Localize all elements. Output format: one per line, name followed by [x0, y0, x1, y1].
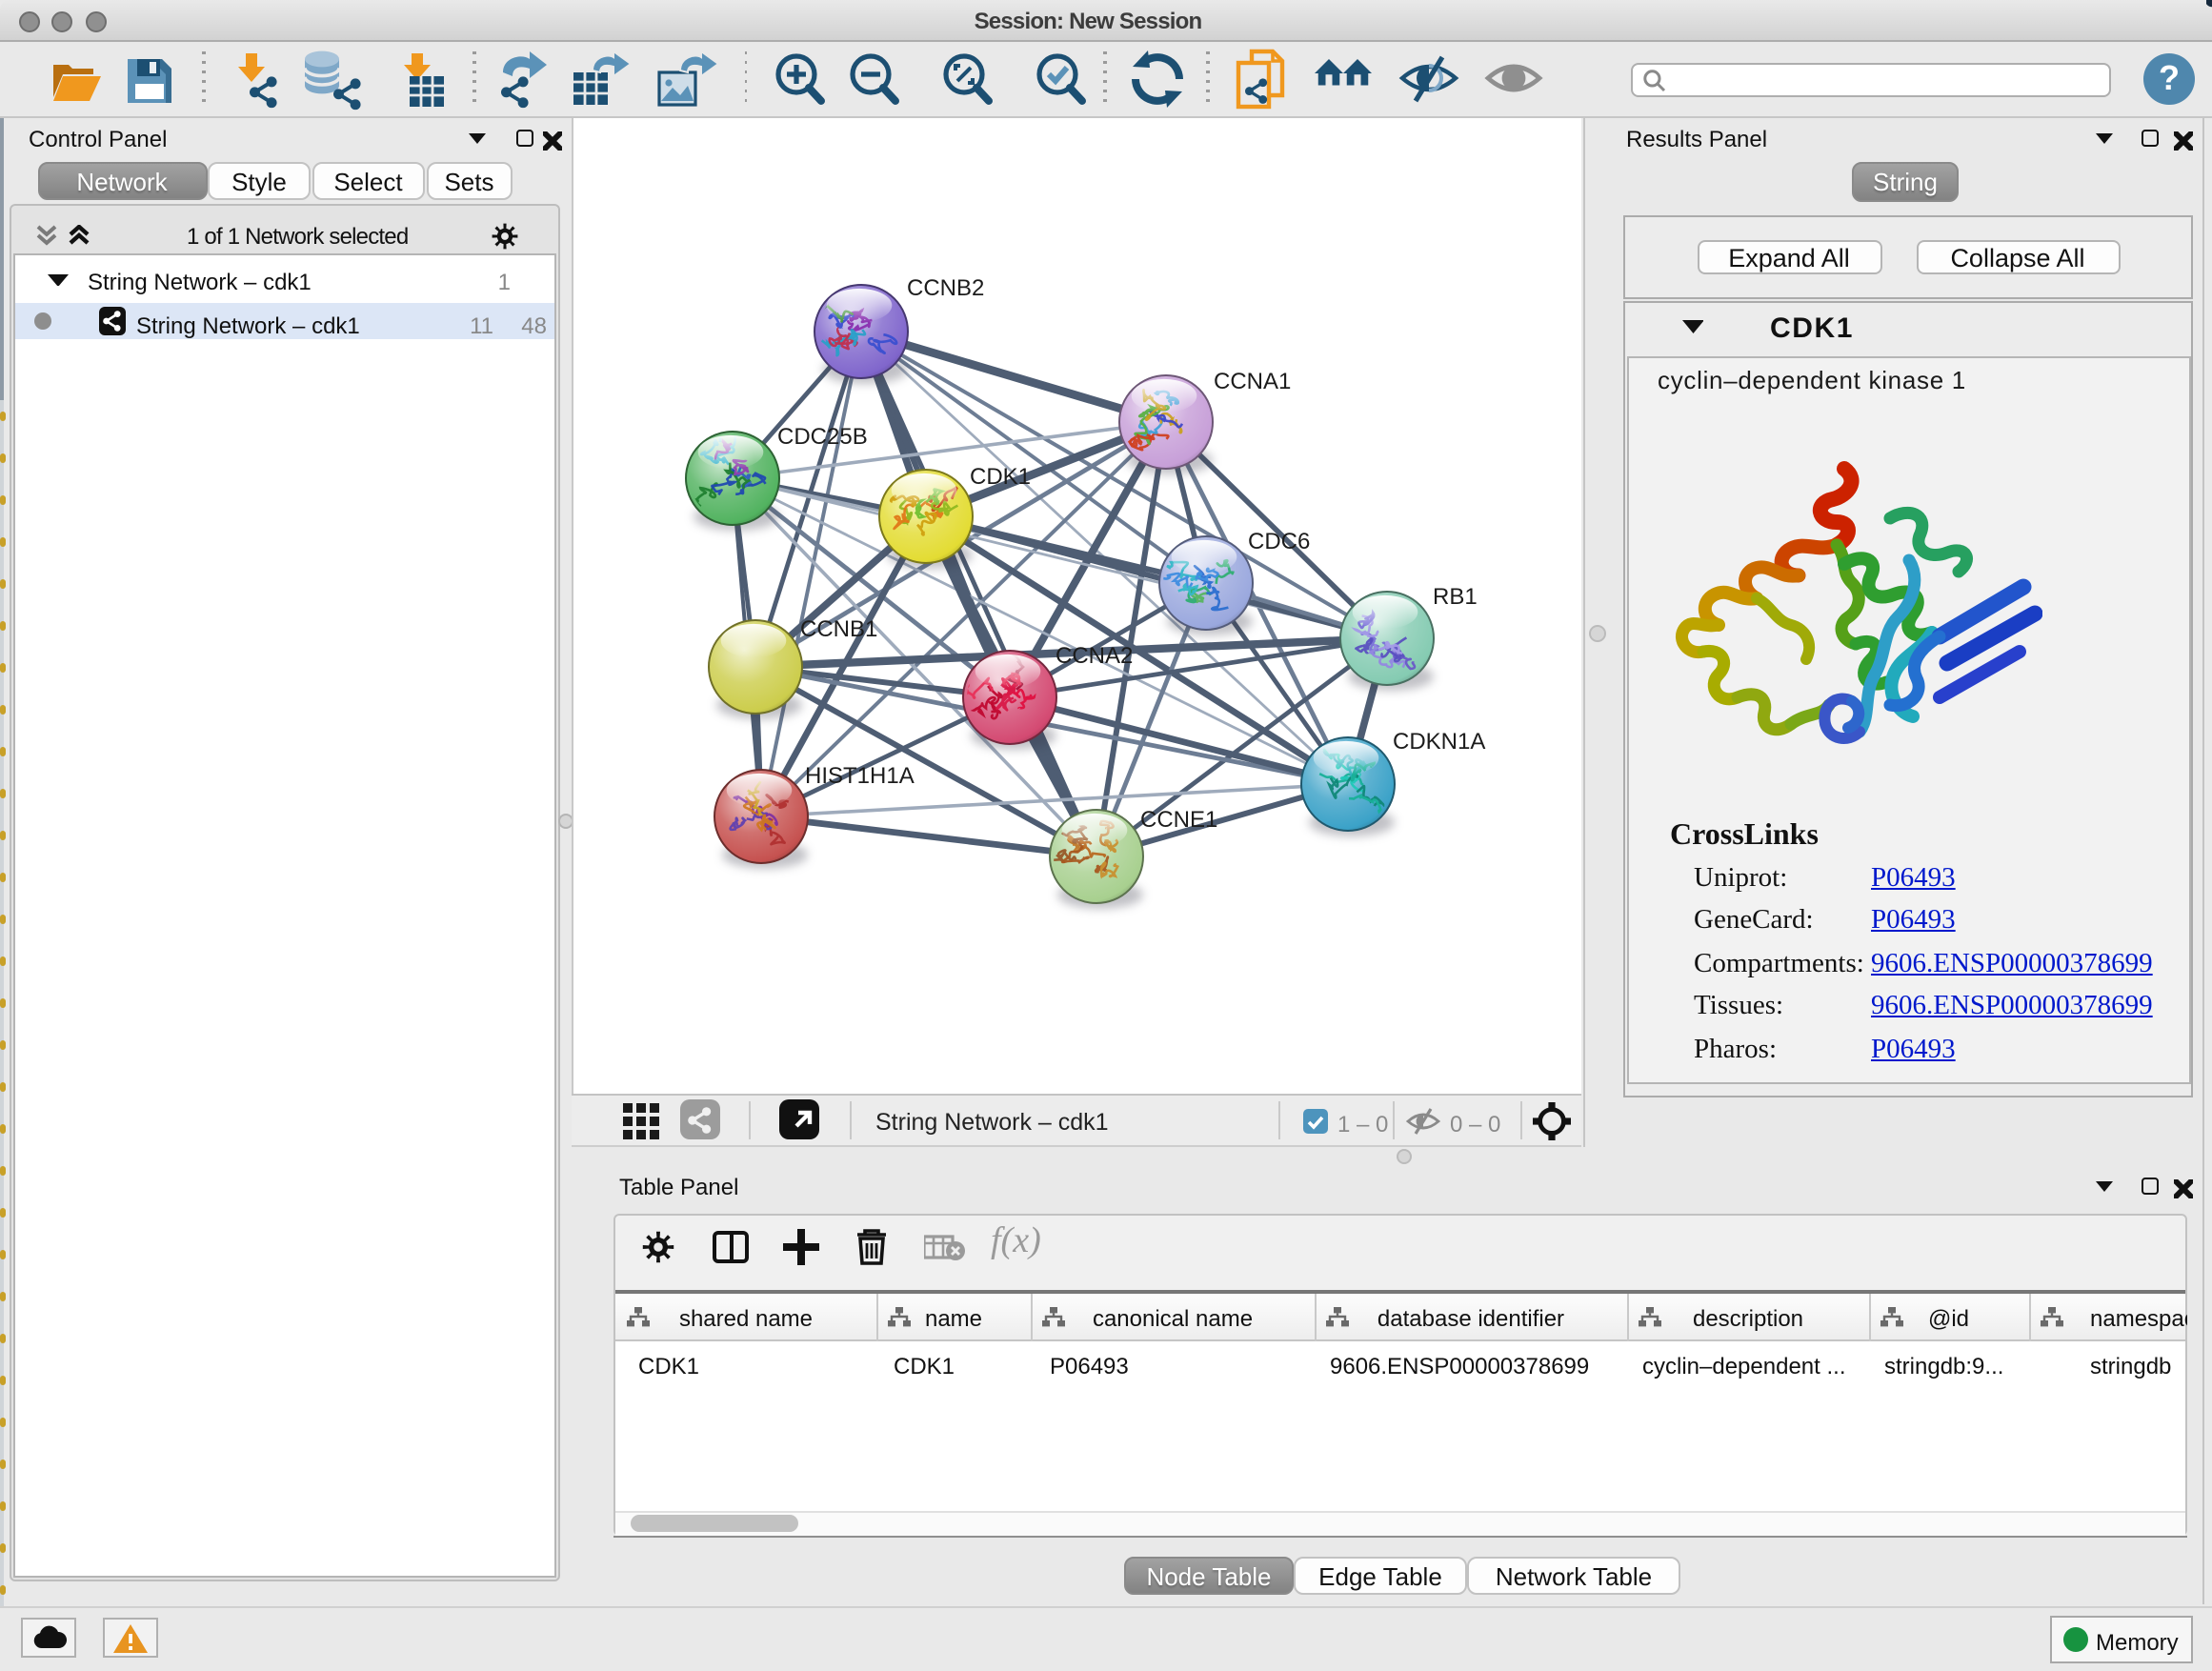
svg-text:CCNA1: CCNA1: [1214, 369, 1291, 394]
svg-text:CCNA2: CCNA2: [1056, 643, 1133, 669]
svg-text:CDC6: CDC6: [1248, 529, 1310, 554]
svg-text:HIST1H1A: HIST1H1A: [805, 763, 915, 789]
svg-text:CCNB1: CCNB1: [800, 616, 877, 642]
svg-text:CCNE1: CCNE1: [1140, 807, 1217, 833]
svg-text:CDKN1A: CDKN1A: [1393, 729, 1485, 755]
svg-text:CCNB2: CCNB2: [907, 275, 984, 301]
svg-text:CDC25B: CDC25B: [777, 424, 868, 450]
svg-text:CDK1: CDK1: [970, 464, 1031, 490]
svg-text:RB1: RB1: [1433, 584, 1478, 610]
